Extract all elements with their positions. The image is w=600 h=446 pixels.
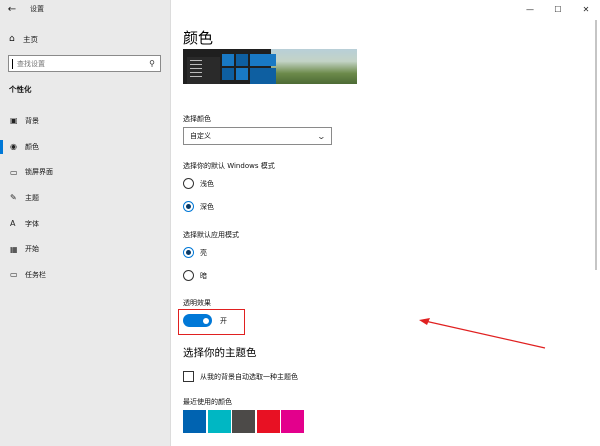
preview-start-panel: [187, 57, 220, 84]
search-icon[interactable]: ⚲: [144, 59, 160, 68]
radio-label: 亮: [200, 248, 207, 257]
sidebar-item-lock-screen[interactable]: ▭ 锁屏界面: [0, 159, 171, 185]
sidebar-item-themes[interactable]: ✎ 主题: [0, 185, 171, 211]
radio-button[interactable]: [183, 178, 194, 189]
color-swatch[interactable]: [281, 410, 305, 433]
recent-colors-swatches: [183, 410, 306, 433]
accent-color-title: 选择你的主题色: [183, 347, 257, 359]
color-swatch[interactable]: [232, 410, 256, 433]
window-controls: — ☐ ✕: [516, 0, 600, 18]
minimize-button[interactable]: —: [516, 0, 544, 18]
radio-light-mode[interactable]: 浅色: [183, 178, 214, 189]
home-label: 主页: [23, 34, 38, 44]
auto-accent-checkbox-row[interactable]: 从我的背景自动选取一种主题色: [183, 371, 298, 382]
auto-accent-checkbox[interactable]: [183, 371, 194, 382]
annotation-arrow-icon: [419, 318, 546, 349]
toggle-state-label: 开: [220, 316, 227, 325]
sidebar-item-fonts[interactable]: A 字体: [0, 211, 171, 237]
search-box[interactable]: ⚲: [8, 55, 161, 72]
windows-mode-label: 选择你的默认 Windows 模式: [183, 162, 275, 170]
radio-app-dark[interactable]: 暗: [183, 270, 207, 281]
sidebar-item-home[interactable]: ⌂ 主页: [0, 30, 171, 48]
radio-label: 浅色: [200, 179, 214, 188]
app-title: 设置: [30, 5, 44, 13]
sidebar-item-taskbar[interactable]: ▭ 任务栏: [0, 262, 171, 288]
start-icon: ▦: [10, 244, 18, 254]
brush-icon: ✎: [10, 193, 17, 203]
transparency-toggle-row[interactable]: 开: [183, 314, 227, 327]
sidebar-item-start[interactable]: ▦ 开始: [0, 236, 171, 262]
sidebar-item-label: 锁屏界面: [25, 168, 53, 177]
lock-screen-icon: ▭: [10, 167, 18, 177]
preview-wallpaper: [271, 49, 357, 84]
palette-icon: ◉: [10, 142, 17, 152]
color-preview-image: [183, 49, 357, 84]
home-icon: ⌂: [9, 34, 15, 44]
scrollbar[interactable]: [595, 20, 597, 270]
sidebar-nav: ▣ 背景 ◉ 颜色 ▭ 锁屏界面 ✎ 主题 A 字体 ▦ 开始 ▭ 任务栏: [0, 108, 171, 288]
app-mode-label: 选择默认应用模式: [183, 231, 239, 239]
recent-colors-label: 最近使用的颜色: [183, 398, 232, 406]
color-swatch[interactable]: [183, 410, 206, 433]
maximize-button[interactable]: ☐: [544, 0, 572, 18]
chevron-down-icon: ⌄: [316, 131, 327, 141]
search-input[interactable]: [13, 59, 144, 68]
color-swatch[interactable]: [207, 410, 231, 433]
sidebar-item-label: 主题: [25, 193, 39, 202]
taskbar-icon: ▭: [10, 270, 18, 280]
sidebar-item-label: 任务栏: [25, 270, 46, 279]
close-button[interactable]: ✕: [572, 0, 600, 18]
radio-label: 暗: [200, 271, 207, 280]
sidebar-item-label: 颜色: [25, 142, 39, 151]
radio-app-light[interactable]: 亮: [183, 247, 207, 258]
arrow-left-icon: ←: [7, 3, 17, 15]
radio-button[interactable]: [183, 270, 194, 281]
sidebar-item-label: 开始: [25, 245, 39, 254]
sidebar-item-label: 字体: [25, 219, 39, 228]
preview-tiles: [222, 54, 276, 84]
dropdown-value: 自定义: [190, 132, 211, 140]
transparency-label: 透明效果: [183, 299, 211, 307]
radio-dark-mode[interactable]: 深色: [183, 201, 214, 212]
main-content: — ☐ ✕ 颜色 选择颜色 自定义 ⌄ 选择你的默认 Windows 模式 浅色…: [171, 0, 600, 446]
back-button[interactable]: ←: [0, 0, 24, 18]
sidebar-item-background[interactable]: ▣ 背景: [0, 108, 171, 134]
choose-color-label: 选择颜色: [183, 115, 211, 123]
titlebar: ← 设置: [0, 0, 171, 18]
transparency-toggle[interactable]: [183, 314, 212, 327]
picture-icon: ▣: [10, 116, 18, 126]
sidebar-item-colors[interactable]: ◉ 颜色: [0, 134, 171, 160]
choose-color-dropdown[interactable]: 自定义 ⌄: [183, 127, 332, 145]
radio-button[interactable]: [183, 247, 194, 258]
sidebar: ← 设置 ⌂ 主页 ⚲ 个性化 ▣ 背景 ◉ 颜色 ▭ 锁屏界面 ✎ 主题 A: [0, 0, 171, 446]
section-title: 个性化: [9, 85, 32, 94]
font-icon: A: [10, 219, 16, 229]
checkbox-label: 从我的背景自动选取一种主题色: [200, 372, 298, 381]
sidebar-item-label: 背景: [25, 116, 39, 125]
radio-button[interactable]: [183, 201, 194, 212]
radio-label: 深色: [200, 202, 214, 211]
page-title: 颜色: [183, 29, 214, 47]
color-swatch[interactable]: [256, 410, 280, 433]
